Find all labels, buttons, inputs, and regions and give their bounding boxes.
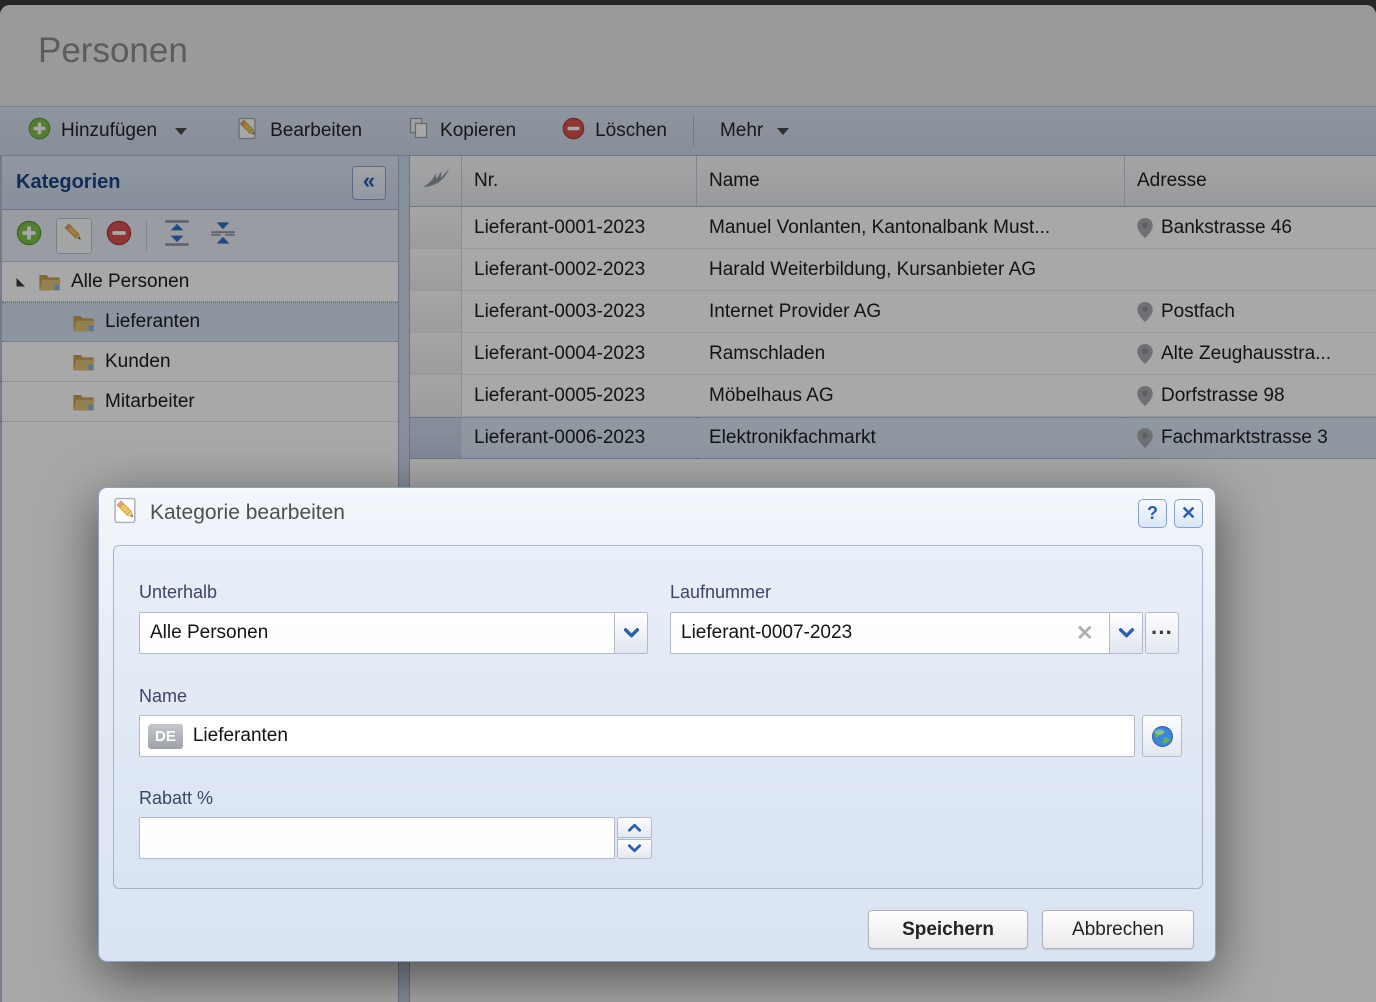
spinner-down-icon[interactable] (617, 839, 652, 860)
parent-combobox (139, 612, 648, 654)
edit-pencil-icon (113, 497, 140, 529)
more-options-button[interactable]: ··· (1145, 612, 1179, 654)
parent-field-label: Unterhalb (139, 582, 217, 603)
name-field-label: Name (139, 686, 187, 707)
name-input-value: Lieferanten (193, 725, 288, 747)
discount-input-wrap (139, 817, 615, 859)
chevron-down-icon[interactable] (1109, 613, 1142, 653)
name-input[interactable]: DE Lieferanten (139, 715, 1135, 757)
app-window: Personen Hinzufügen Bearbeiten Kop (0, 0, 1376, 1002)
discount-input[interactable] (140, 818, 614, 858)
close-icon[interactable]: ✕ (1174, 499, 1203, 528)
dialog-title: Kategorie bearbeiten (150, 501, 1131, 525)
help-button[interactable]: ? (1138, 499, 1167, 528)
language-badge: DE (148, 724, 183, 749)
save-button[interactable]: Speichern (868, 910, 1028, 949)
dialog-form-panel: Unterhalb Laufnummer ✕ ··· Name DE (113, 545, 1203, 889)
discount-spinner (617, 817, 652, 859)
dialog-titlebar[interactable]: Kategorie bearbeiten ? ✕ (99, 488, 1215, 538)
clear-icon[interactable]: ✕ (1076, 621, 1094, 646)
spinner-up-icon[interactable] (617, 817, 652, 838)
number-combobox-input[interactable] (671, 613, 1109, 653)
chevron-down-icon[interactable] (614, 613, 647, 653)
edit-category-dialog: Kategorie bearbeiten ? ✕ Unterhalb Laufn… (98, 487, 1216, 962)
cancel-button[interactable]: Abbrechen (1042, 910, 1194, 949)
number-field-label: Laufnummer (670, 582, 771, 603)
parent-combobox-input[interactable] (140, 613, 614, 653)
number-combobox: ✕ (670, 612, 1143, 654)
discount-field-label: Rabatt % (139, 788, 213, 809)
translate-globe-button[interactable] (1142, 715, 1182, 757)
